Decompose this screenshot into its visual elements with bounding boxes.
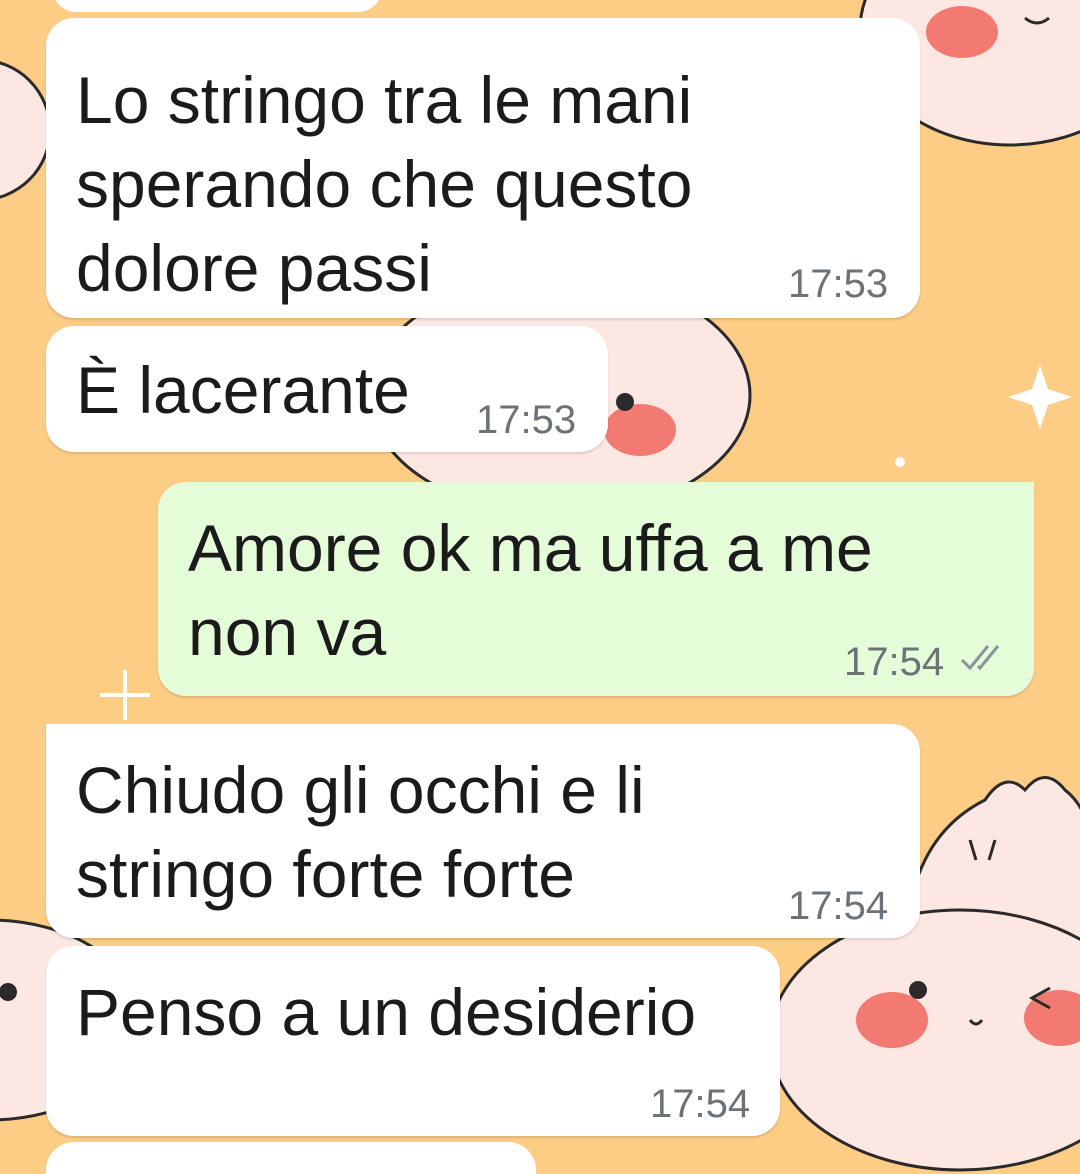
read-ticks-icon <box>960 645 1000 671</box>
message-timestamp: 17:53 <box>788 262 889 306</box>
message-bubble-incoming[interactable]: Penso a un desiderio 17:54 <box>46 946 780 1136</box>
message-timestamp: 17:54 <box>844 640 945 684</box>
message-bubble-incoming[interactable]: Lo stringo tra le mani sperando che ques… <box>46 18 920 318</box>
message-bubble-incoming[interactable]: È lacerante 17:53 <box>46 326 608 452</box>
message-bubble-outgoing[interactable]: Amore ok ma uffa a me non va 17:54 <box>158 482 1034 696</box>
message-bubble-incoming[interactable]: Chiudo gli occhi e li stringo forte fort… <box>46 724 920 938</box>
message-timestamp: 17:54 <box>788 884 889 928</box>
message-text: È lacerante <box>76 353 410 427</box>
message-timestamp: 17:54 <box>650 1082 751 1126</box>
message-text: Lo stringo tra le mani sperando che ques… <box>76 63 693 305</box>
message-text: Penso a un desiderio <box>76 975 697 1049</box>
message-text: Chiudo gli occhi e li stringo forte fort… <box>76 753 645 911</box>
message-timestamp: 17:53 <box>476 398 577 442</box>
